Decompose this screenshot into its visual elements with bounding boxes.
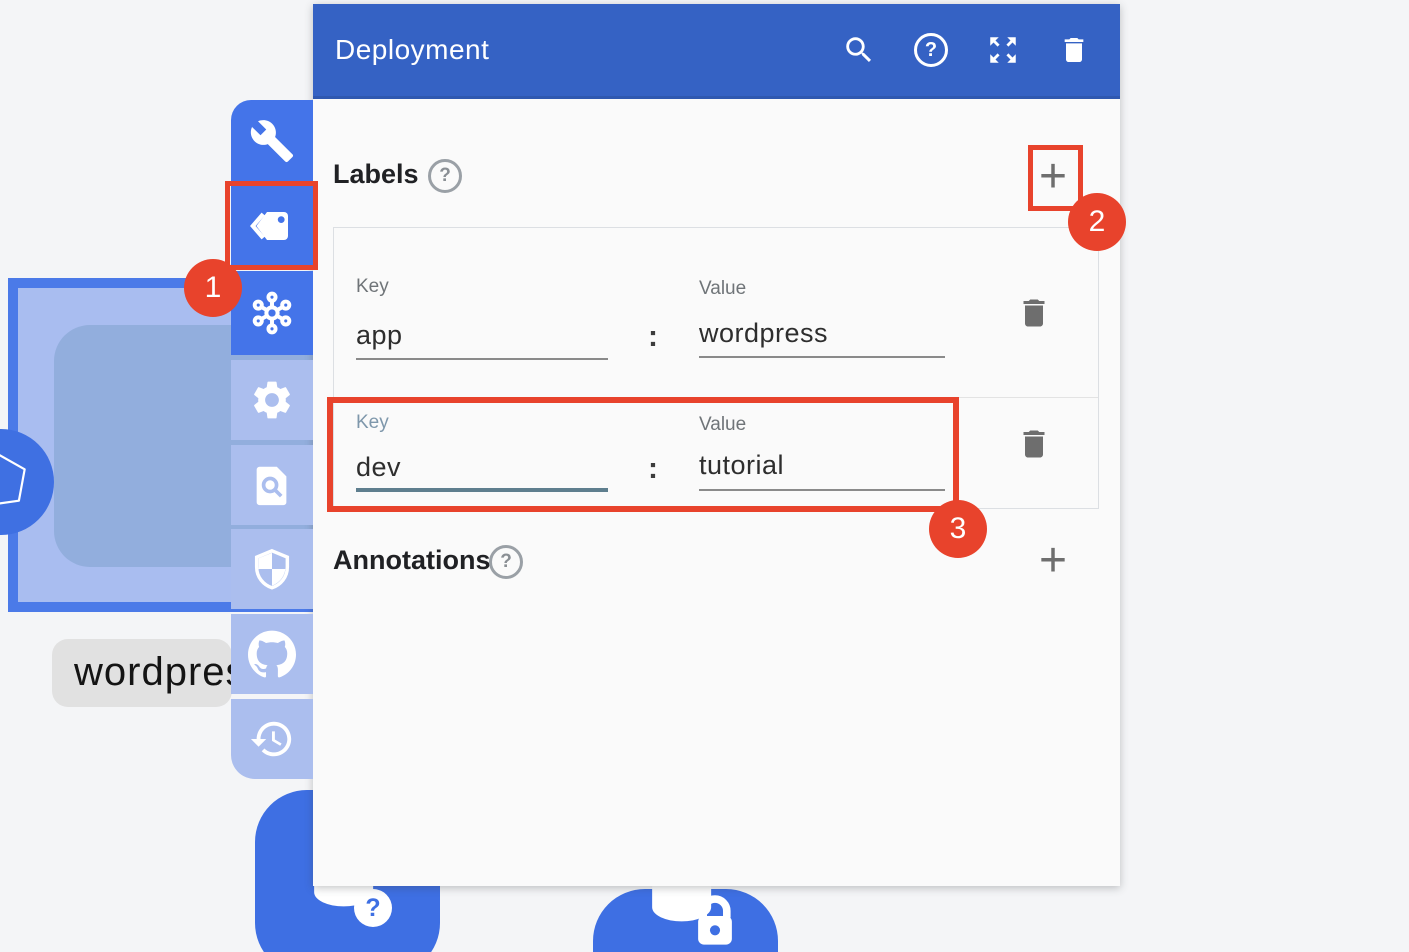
toolbar-item-security[interactable] <box>231 529 313 609</box>
github-icon <box>248 630 296 678</box>
step3-highlight-box <box>327 397 959 512</box>
gear-icon <box>249 377 295 423</box>
toolbar-item-settings[interactable] <box>231 360 313 440</box>
database-node-locked[interactable] <box>593 889 778 952</box>
delete-row-button[interactable] <box>1016 426 1052 462</box>
toolbar-item-inspect[interactable] <box>231 445 313 525</box>
labels-section-title: Labels <box>333 159 419 190</box>
search-icon[interactable] <box>842 33 876 67</box>
question-badge: ? <box>354 889 392 927</box>
panel-header: Deployment ? <box>313 4 1120 99</box>
colon-separator: : <box>648 320 658 354</box>
help-icon[interactable]: ? <box>914 33 948 67</box>
key-underline <box>356 358 608 360</box>
value-field-label: Value <box>699 278 746 300</box>
toolbar-item-github[interactable] <box>231 614 313 694</box>
node-label: wordpress <box>52 639 232 707</box>
delete-icon[interactable] <box>1058 34 1090 66</box>
value-underline <box>699 356 945 358</box>
step2-highlight-box <box>1028 145 1083 211</box>
wrench-icon <box>249 118 295 164</box>
key-field-label: Key <box>356 276 389 298</box>
hub-icon <box>247 288 297 338</box>
toolbar-item-build[interactable] <box>231 100 313 181</box>
labels-help-icon[interactable]: ? <box>428 159 462 193</box>
delete-row-button[interactable] <box>1016 295 1052 331</box>
pentagon-icon <box>0 435 48 530</box>
step1-highlight-box <box>225 181 318 270</box>
app-canvas: wordpress ? <box>0 0 1409 952</box>
add-annotation-button[interactable]: + <box>1039 541 1067 581</box>
annotations-help-icon[interactable]: ? <box>489 545 523 579</box>
annotations-section-title: Annotations <box>333 545 490 576</box>
step2-badge: 2 <box>1068 193 1126 251</box>
key-input[interactable]: app <box>356 320 403 351</box>
shield-icon <box>249 546 295 592</box>
lock-icon <box>688 894 742 948</box>
header-actions: ? <box>842 33 1090 67</box>
expand-icon[interactable] <box>986 33 1020 67</box>
document-search-icon <box>249 462 295 508</box>
step1-badge: 1 <box>184 259 242 317</box>
value-input[interactable]: wordpress <box>699 318 828 349</box>
step3-badge: 3 <box>929 500 987 558</box>
toolbar-item-history[interactable] <box>231 699 313 779</box>
history-icon <box>249 716 295 762</box>
panel-title: Deployment <box>335 34 489 66</box>
toolbar-item-network[interactable] <box>231 271 313 355</box>
